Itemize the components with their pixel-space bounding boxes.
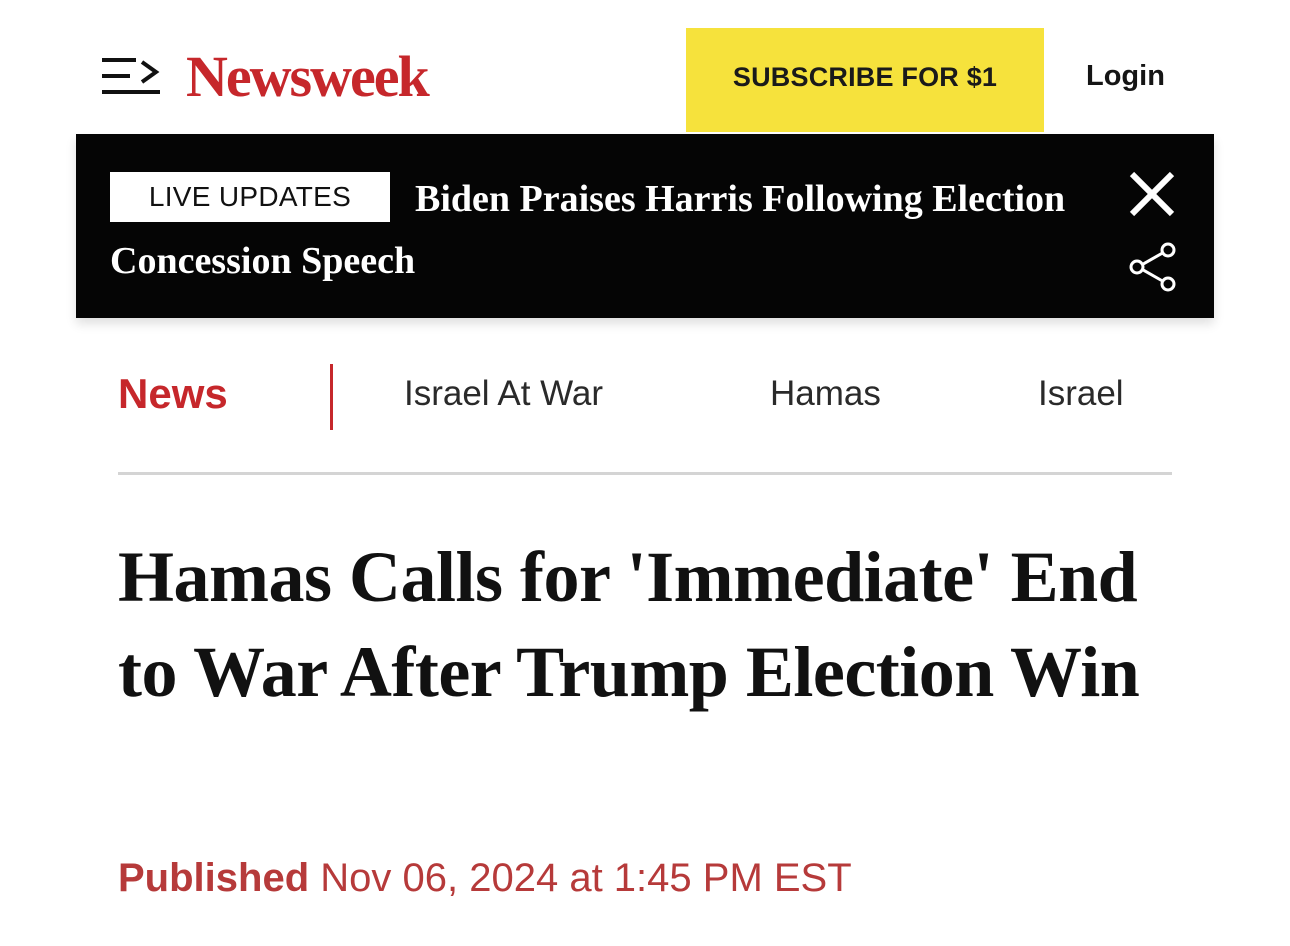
nav-link-israel-at-war[interactable]: Israel At War	[404, 374, 603, 414]
article-headline: Hamas Calls for 'Immediate' End to War A…	[118, 537, 1140, 712]
share-icon[interactable]	[1128, 242, 1178, 292]
section-divider	[330, 364, 333, 430]
newsweek-logo[interactable]: Newsweek	[186, 42, 430, 112]
nav-link-hamas[interactable]: Hamas	[770, 374, 881, 414]
section-label-news[interactable]: News	[118, 370, 228, 418]
published-line: Published Nov 06, 2024 at 1:45 PM EST	[118, 856, 852, 901]
published-label: Published	[118, 856, 310, 900]
nav-link-israel[interactable]: Israel	[1038, 374, 1124, 414]
site-header: Newsweek SUBSCRIBE FOR $1 Login	[0, 0, 1290, 132]
nav-divider-rule	[118, 472, 1172, 475]
live-updates-headline[interactable]: Biden Praises Harris Following Election …	[110, 168, 1070, 292]
subscribe-button[interactable]: SUBSCRIBE FOR $1	[686, 28, 1044, 132]
menu-icon[interactable]	[100, 52, 162, 100]
section-nav: News Israel At War Hamas Israel	[118, 352, 1172, 442]
published-date: Nov 06, 2024 at 1:45 PM EST	[320, 856, 852, 900]
live-updates-banner[interactable]: LIVE UPDATES Biden Praises Harris Follow…	[76, 134, 1214, 318]
login-link[interactable]: Login	[1086, 60, 1165, 93]
close-icon[interactable]	[1126, 168, 1178, 220]
